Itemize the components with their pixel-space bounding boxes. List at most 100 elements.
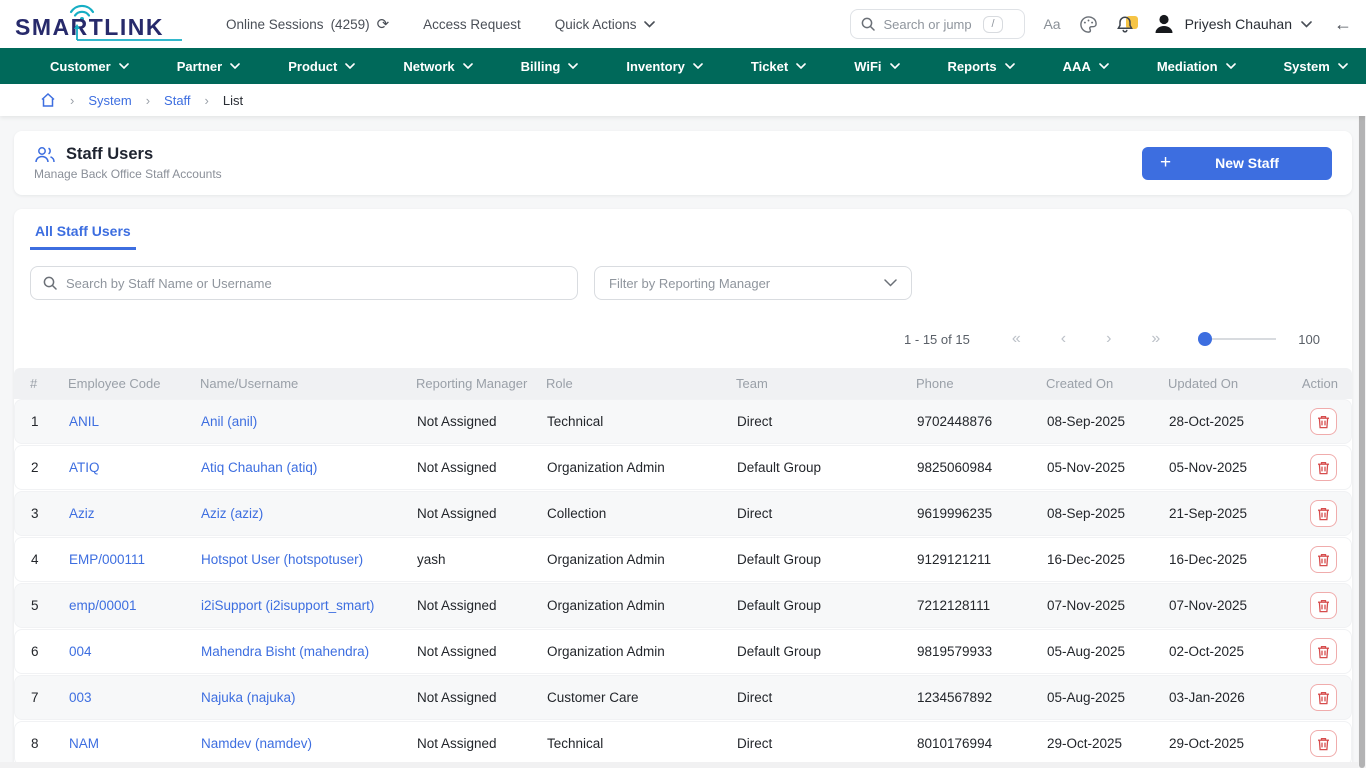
updated-on-cell: 28-Oct-2025 (1169, 414, 1295, 429)
chevron-down-icon (568, 63, 578, 69)
column-header: Created On (1046, 376, 1168, 391)
online-sessions[interactable]: Online Sessions (4259) ⟳ (226, 15, 389, 33)
nav-item-aaa[interactable]: AAA (1039, 48, 1133, 84)
chevron-down-icon (890, 63, 900, 69)
quick-actions-menu[interactable]: Quick Actions (555, 17, 655, 32)
user-menu[interactable]: Priyesh Chauhan (1152, 12, 1312, 36)
access-request-link[interactable]: Access Request (423, 17, 521, 32)
nav-item-inventory[interactable]: Inventory (602, 48, 727, 84)
page-size-slider: 100 (1198, 332, 1320, 347)
staff-name-link[interactable]: Anil (anil) (201, 414, 417, 429)
nav-item-ticket[interactable]: Ticket (727, 48, 830, 84)
staff-name-link[interactable]: Aziz (aziz) (201, 506, 417, 521)
text-size-toggle[interactable]: Aa (1043, 16, 1060, 32)
row-number: 1 (31, 414, 69, 429)
nav-item-product[interactable]: Product (264, 48, 379, 84)
prev-page-button[interactable]: ‹ (1041, 330, 1086, 348)
trash-icon (1317, 553, 1330, 567)
created-on-cell: 05-Aug-2025 (1047, 690, 1169, 705)
vertical-scrollbar[interactable] (1358, 84, 1366, 768)
delete-staff-button[interactable] (1310, 730, 1337, 757)
delete-staff-button[interactable] (1310, 546, 1337, 573)
table-row: 2 ATIQ Atiq Chauhan (atiq) Not Assigned … (14, 445, 1352, 490)
column-header: Team (736, 376, 916, 391)
breadcrumb-system[interactable]: System (88, 93, 131, 108)
staff-name-link[interactable]: Namdev (namdev) (201, 736, 417, 751)
employee-code-link[interactable]: 004 (69, 644, 201, 659)
employee-code-link[interactable]: ATIQ (69, 460, 201, 475)
global-search[interactable]: / (850, 9, 1025, 39)
theme-palette-icon[interactable] (1079, 15, 1098, 34)
last-page-button[interactable]: » (1131, 330, 1180, 348)
delete-staff-button[interactable] (1310, 408, 1337, 435)
team-cell: Default Group (737, 460, 917, 475)
breadcrumb-separator: › (205, 93, 209, 108)
nav-item-partner[interactable]: Partner (153, 48, 265, 84)
top-header: SMARTLINK Online Sessions (4259) ⟳ Acces… (0, 0, 1366, 48)
column-header: Action (1294, 376, 1338, 391)
delete-staff-button[interactable] (1310, 638, 1337, 665)
staff-name-link[interactable]: Atiq Chauhan (atiq) (201, 460, 417, 475)
table-body: 1 ANIL Anil (anil) Not Assigned Technica… (14, 399, 1352, 766)
nav-item-wifi[interactable]: WiFi (830, 48, 923, 84)
employee-code-link[interactable]: EMP/000111 (69, 552, 201, 567)
staff-name-link[interactable]: i2iSupport (i2isupport_smart) (201, 598, 417, 613)
nav-item-network[interactable]: Network (379, 48, 496, 84)
table-row: 3 Aziz Aziz (aziz) Not Assigned Collecti… (14, 491, 1352, 536)
tab-all-staff-users[interactable]: All Staff Users (30, 219, 136, 250)
staff-name-link[interactable]: Hotspot User (hotspotuser) (201, 552, 417, 567)
table-row: 7 003 Najuka (najuka) Not Assigned Custo… (14, 675, 1352, 720)
delete-staff-button[interactable] (1310, 454, 1337, 481)
refresh-icon[interactable]: ⟳ (377, 15, 390, 33)
phone-cell: 9702448876 (917, 414, 1047, 429)
delete-staff-button[interactable] (1310, 592, 1337, 619)
delete-staff-button[interactable] (1310, 684, 1337, 711)
role-cell: Customer Care (547, 690, 737, 705)
role-cell: Organization Admin (547, 552, 737, 567)
plus-icon: + (1160, 152, 1171, 174)
reporting-manager-filter[interactable]: Filter by Reporting Manager (594, 266, 912, 300)
main-navigation: Customer Partner Product Network Billing… (0, 48, 1366, 84)
breadcrumb: › System › Staff › List (0, 84, 1366, 116)
chevron-down-icon (463, 63, 473, 69)
main-content: Staff Users Manage Back Office Staff Acc… (0, 116, 1366, 768)
employee-code-link[interactable]: emp/00001 (69, 598, 201, 613)
first-page-button[interactable]: « (992, 330, 1041, 348)
scrollbar-thumb[interactable] (1359, 100, 1365, 768)
staff-name-link[interactable]: Najuka (najuka) (201, 690, 417, 705)
search-icon (43, 276, 57, 290)
staff-search-input[interactable] (66, 276, 565, 291)
table-row: 6 004 Mahendra Bisht (mahendra) Not Assi… (14, 629, 1352, 674)
column-header: Name/Username (200, 376, 416, 391)
breadcrumb-staff[interactable]: Staff (164, 93, 191, 108)
phone-cell: 7212128111 (917, 598, 1047, 613)
employee-code-link[interactable]: Aziz (69, 506, 201, 521)
row-number: 4 (31, 552, 69, 567)
slider-handle[interactable] (1198, 332, 1212, 346)
team-cell: Default Group (737, 552, 917, 567)
global-search-input[interactable] (883, 17, 975, 32)
staff-search[interactable] (30, 266, 578, 300)
nav-item-system[interactable]: System (1260, 48, 1366, 84)
row-number: 7 (31, 690, 69, 705)
nav-item-customer[interactable]: Customer (26, 48, 153, 84)
smartlink-logo[interactable]: SMARTLINK (14, 4, 186, 44)
employee-code-link[interactable]: NAM (69, 736, 201, 751)
employee-code-link[interactable]: 003 (69, 690, 201, 705)
reporting-manager-cell: Not Assigned (417, 690, 547, 705)
horizontal-scrollbar[interactable] (0, 762, 1358, 768)
next-page-button[interactable]: › (1086, 330, 1131, 348)
nav-item-billing[interactable]: Billing (497, 48, 603, 84)
staff-name-link[interactable]: Mahendra Bisht (mahendra) (201, 644, 417, 659)
employee-code-link[interactable]: ANIL (69, 414, 201, 429)
tab-bar: All Staff Users (14, 209, 1352, 250)
nav-item-mediation[interactable]: Mediation (1133, 48, 1260, 84)
avatar (1152, 12, 1176, 36)
slash-shortcut-badge: / (983, 16, 1002, 33)
notifications-bell[interactable] (1116, 15, 1134, 34)
delete-staff-button[interactable] (1310, 500, 1337, 527)
new-staff-button[interactable]: + New Staff (1142, 147, 1332, 180)
nav-item-reports[interactable]: Reports (924, 48, 1039, 84)
collapse-back-arrow[interactable]: ← (1334, 14, 1352, 35)
home-icon[interactable] (40, 92, 56, 108)
